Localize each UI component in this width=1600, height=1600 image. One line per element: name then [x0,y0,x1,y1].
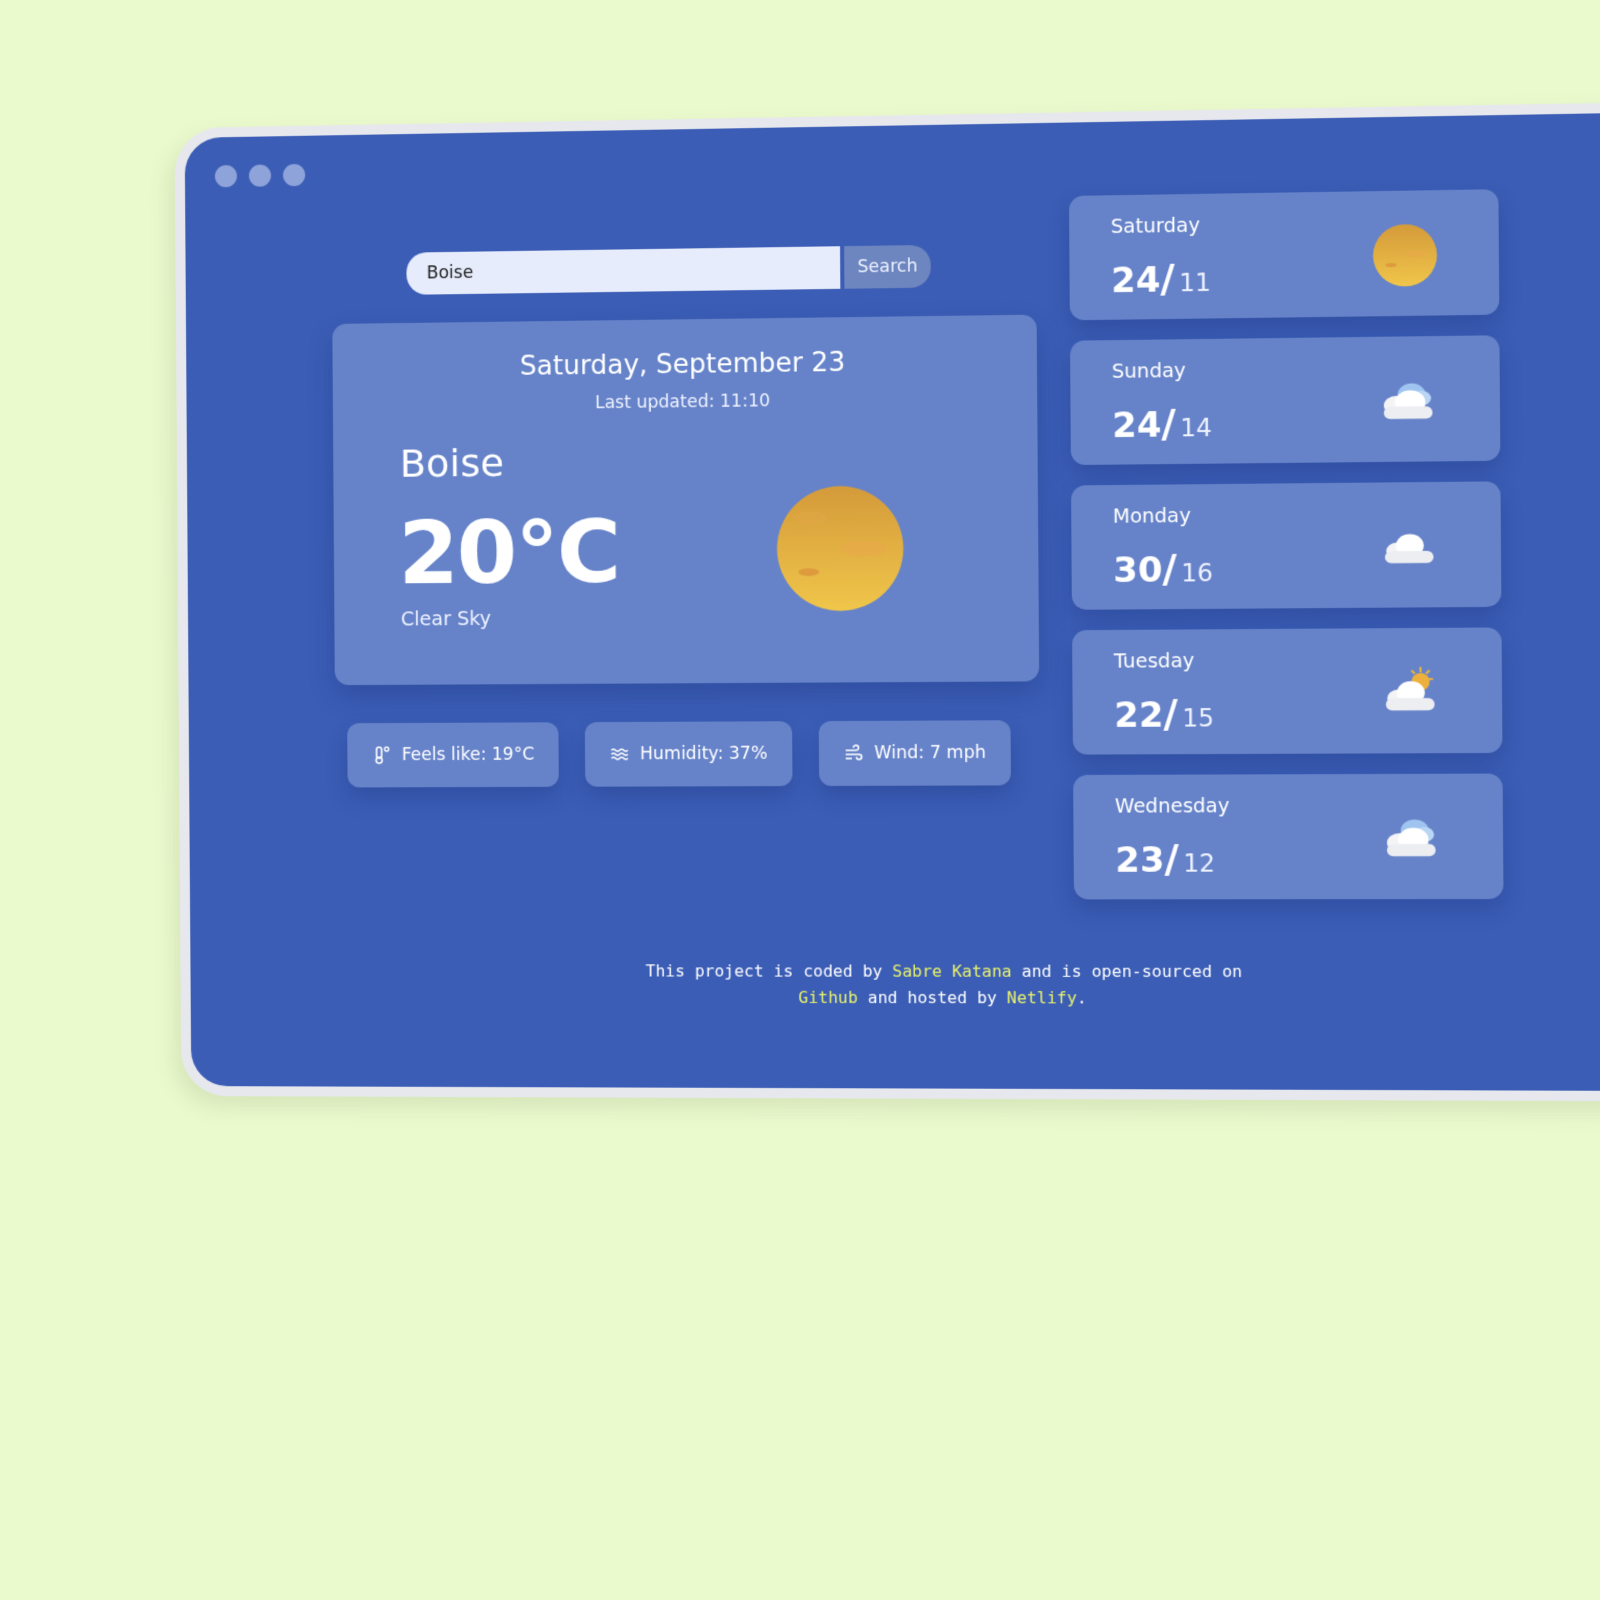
window-dot-maximize[interactable] [282,163,306,187]
forecast-low: 12 [1183,849,1216,878]
forecast-low: 11 [1178,268,1212,298]
forecast-card-monday[interactable]: Monday 30/16 [1071,481,1502,610]
footer-credits: This project is coded by Sabre Katana an… [614,958,1275,1012]
author-link[interactable]: Sabre Katana [892,961,1012,980]
partly-cloudy-icon [1385,659,1443,711]
forecast-card-wednesday[interactable]: Wednesday 23/12 [1073,773,1504,900]
window-controls [214,163,306,188]
footer-text: and hosted by [857,987,1007,1008]
footer-text: . [1076,988,1087,1008]
wind-icon [843,743,864,763]
humidity-icon [609,744,630,764]
forecast-temps: 22/15 [1114,690,1215,737]
forecast-low: 14 [1179,413,1213,443]
search-input[interactable] [406,246,841,295]
wind-label: Wind: 7 mph [874,742,986,764]
forecast-low: 15 [1182,703,1215,733]
current-date: Saturday, September 23 [519,347,846,382]
current-city: Boise [399,440,505,486]
forecast-high: 23 [1115,840,1165,881]
humidity-stat: Humidity: 37% [584,721,793,787]
forecast-high: 24 [1110,259,1161,302]
forecast-day: Saturday [1110,214,1201,239]
search-form: Search [406,244,931,295]
forecast-temps: 24/11 [1110,255,1212,302]
current-weather-card: Saturday, September 23 Last updated: 11:… [332,314,1040,686]
weather-stats: Feels like: 19°C Humidity: 37% Wind: 7 m… [347,720,1011,788]
cloud-icon [1383,383,1433,419]
forecast-card-tuesday[interactable]: Tuesday 22/15 [1072,627,1503,755]
current-description: Clear Sky [400,607,492,631]
feels-like-label: Feels like: 19°C [401,744,535,766]
footer-text: This project is coded by [645,961,893,981]
forecast-high: 22 [1114,695,1164,737]
last-updated: Last updated: 11:10 [594,391,771,414]
forecast-high: 30 [1113,549,1163,592]
forecast-high: 24 [1112,404,1162,447]
forecast-day: Sunday [1111,359,1186,384]
sun-icon [776,485,904,612]
window-dot-minimize[interactable] [248,164,272,187]
thermometer-icon [371,745,391,765]
netlify-link[interactable]: Netlify [1007,988,1077,1007]
search-button[interactable]: Search [844,244,931,289]
window-dot-close[interactable] [214,165,238,188]
forecast-day: Monday [1112,504,1192,528]
forecast-temps: 30/16 [1113,545,1214,592]
forecast-card-sunday[interactable]: Sunday 24/14 [1070,335,1501,466]
wind-stat: Wind: 7 mph [818,720,1011,786]
forecast-temps: 24/14 [1112,400,1213,447]
forecast-temps: 23/12 [1115,835,1216,881]
forecast-card-saturday[interactable]: Saturday 24/11 [1068,189,1500,321]
forecast-day: Wednesday [1114,794,1230,818]
cloud-icon [1384,533,1434,564]
github-link[interactable]: Github [798,988,858,1007]
cloud-icon [1386,819,1436,857]
forecast-low: 16 [1181,558,1214,588]
sun-icon [1372,223,1438,287]
current-temperature: 20°C [398,501,620,605]
feels-like-stat: Feels like: 19°C [347,722,559,788]
app-window: Search Saturday, September 23 Last updat… [174,101,1600,1102]
forecast-day: Tuesday [1113,649,1195,673]
humidity-label: Humidity: 37% [639,743,768,765]
forecast-list: Saturday 24/11 Sunday 24/14 Monday 30 / … [1068,189,1504,920]
footer-text: and is open-sourced on [1011,961,1243,982]
